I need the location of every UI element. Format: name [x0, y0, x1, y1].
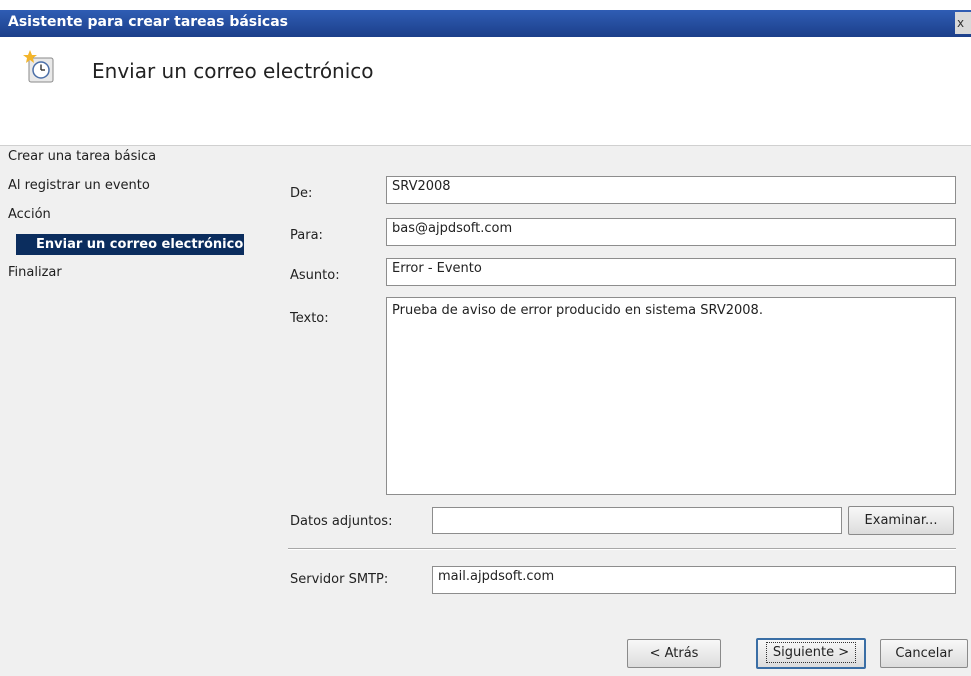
back-button[interactable]: < Atrás [627, 639, 721, 668]
separator [288, 548, 956, 550]
step-crear-tarea[interactable]: Crear una tarea básica [8, 149, 156, 164]
wizard-header: Enviar un correo electrónico [0, 37, 971, 146]
asunto-label: Asunto: [290, 268, 340, 283]
asunto-field[interactable]: Error - Evento [386, 258, 956, 286]
step-enviar-correo[interactable]: Enviar un correo electrónico [16, 234, 244, 255]
smtp-field[interactable]: mail.ajpdsoft.com [432, 566, 956, 594]
title-bar: Asistente para crear tareas básicas x [0, 10, 971, 37]
step-registrar-evento[interactable]: Al registrar un evento [8, 178, 150, 193]
texto-field[interactable]: Prueba de aviso de error producido en si… [386, 297, 956, 495]
window-title: Asistente para crear tareas básicas [8, 14, 289, 30]
step-accion[interactable]: Acción [8, 207, 51, 222]
next-button[interactable]: Siguiente > [756, 638, 866, 669]
adjuntos-field[interactable] [432, 507, 842, 534]
adjuntos-label: Datos adjuntos: [290, 514, 393, 529]
step-finalizar[interactable]: Finalizar [8, 265, 62, 280]
close-icon[interactable]: x [955, 12, 971, 34]
para-label: Para: [290, 228, 323, 243]
smtp-label: Servidor SMTP: [290, 572, 389, 587]
texto-label: Texto: [290, 311, 329, 326]
task-scheduler-icon [22, 49, 56, 85]
page-title: Enviar un correo electrónico [92, 59, 374, 83]
next-button-label: Siguiente > [765, 642, 857, 663]
wizard-body: Crear una tarea básica Al registrar un e… [0, 146, 971, 676]
de-field[interactable]: SRV2008 [386, 176, 956, 204]
para-field[interactable]: bas@ajpdsoft.com [386, 218, 956, 246]
cancel-button[interactable]: Cancelar [880, 639, 968, 668]
de-label: De: [290, 186, 313, 201]
browse-button[interactable]: Examinar... [848, 506, 954, 535]
